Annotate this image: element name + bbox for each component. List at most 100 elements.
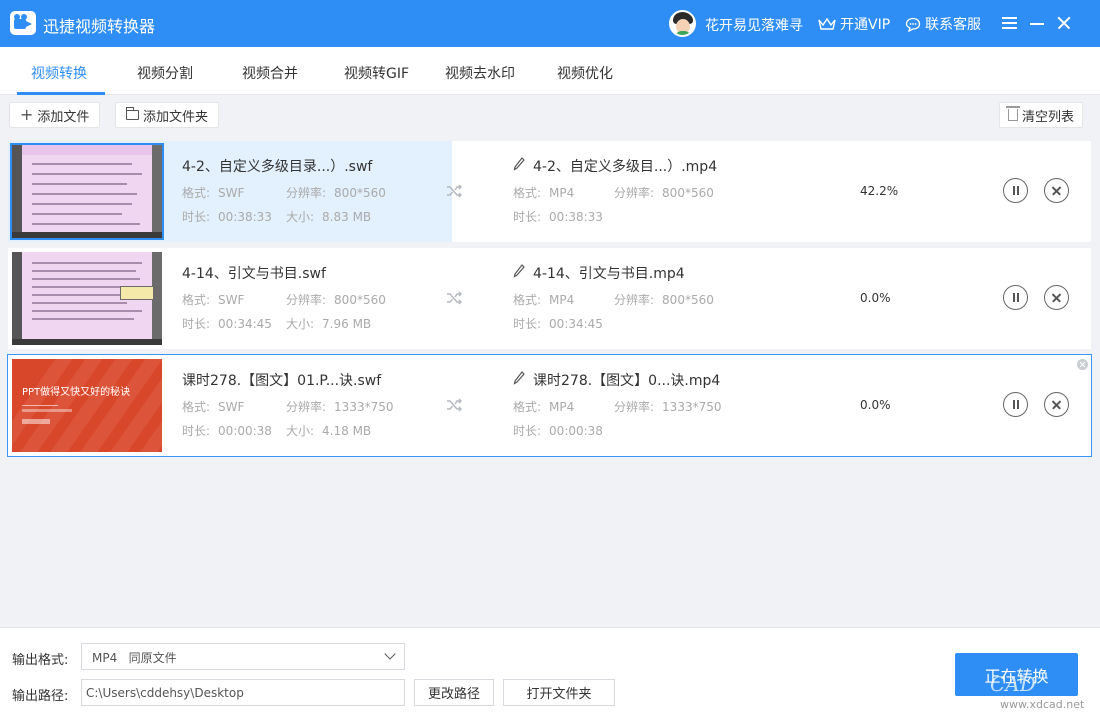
change-path-button[interactable]: 更改路径 xyxy=(414,679,494,706)
size-label: 大小: xyxy=(286,424,315,438)
file-row[interactable]: 4-2、自定义多级目录...）.swf 格式: SWF 分辨率: 800*560 时… xyxy=(8,141,1091,242)
folder-icon xyxy=(125,107,139,120)
format-label: 格式: xyxy=(182,186,211,200)
open-folder-button[interactable]: 打开文件夹 xyxy=(503,679,615,706)
output-filename[interactable]: 4-14、引文与书目.mp4 xyxy=(533,263,685,283)
tab-video-optimize[interactable]: 视频优化 xyxy=(557,63,613,83)
output-format: MP4 xyxy=(549,186,575,200)
resolution-label: 分辨率: xyxy=(286,186,327,200)
source-size: 8.83 MB xyxy=(322,210,372,224)
tab-video-to-gif[interactable]: 视频转GIF xyxy=(344,63,409,83)
remove-button[interactable] xyxy=(1044,178,1069,203)
add-folder-button[interactable]: 添加文件夹 xyxy=(115,102,220,128)
vip-label: 开通VIP xyxy=(840,17,891,33)
edit-name-icon[interactable] xyxy=(513,264,525,278)
source-resolution: 800*560 xyxy=(334,293,386,307)
pause-button[interactable] xyxy=(1003,285,1028,310)
app-title: 迅捷视频转换器 xyxy=(43,17,156,36)
output-format-select[interactable]: MP4 同原文件 xyxy=(81,643,405,670)
edit-name-icon[interactable] xyxy=(513,157,525,171)
close-window-icon[interactable] xyxy=(1053,12,1075,34)
remove-button[interactable] xyxy=(1044,285,1069,310)
format-label: 格式: xyxy=(513,400,542,414)
footer-panel: 输出格式: MP4 同原文件 输出路径: 更改路径 打开文件夹 正在转换 CAD… xyxy=(0,627,1100,721)
source-filename: 4-14、引文与书目.swf xyxy=(182,266,326,282)
output-path-input[interactable] xyxy=(81,679,405,706)
support-label: 联系客服 xyxy=(925,17,981,33)
user-avatar[interactable] xyxy=(669,10,696,37)
format-label: 格式: xyxy=(182,400,211,414)
tab-bar: 视频转换 视频分割 视频合并 视频转GIF 视频去水印 视频优化 xyxy=(0,47,1100,95)
progress-percent: 42.2% xyxy=(860,184,899,198)
resolution-label: 分辨率: xyxy=(614,400,655,414)
output-resolution: 1333*750 xyxy=(662,400,722,414)
crown-icon xyxy=(818,17,836,30)
username[interactable]: 花开易见落难寻 xyxy=(705,15,803,35)
source-duration: 00:34:45 xyxy=(218,317,272,331)
resolution-label: 分辨率: xyxy=(286,293,327,307)
clear-list-label: 清空列表 xyxy=(1022,109,1075,125)
watermark-logo: CAD xyxy=(990,672,1036,696)
resolution-label: 分辨率: xyxy=(286,400,327,414)
output-filename[interactable]: 课时278.【图文】0...诀.mp4 xyxy=(533,370,720,390)
output-duration: 00:38:33 xyxy=(549,210,603,224)
pause-button[interactable] xyxy=(1003,178,1028,203)
format-label: 格式: xyxy=(513,293,542,307)
progress-percent: 0.0% xyxy=(860,291,891,305)
clear-list-button[interactable]: 清空列表 xyxy=(999,102,1084,128)
output-format: MP4 xyxy=(549,400,575,414)
remove-button[interactable] xyxy=(1044,392,1069,417)
plus-icon: + xyxy=(20,105,34,124)
output-duration: 00:34:45 xyxy=(549,317,603,331)
resolution-label: 分辨率: xyxy=(614,186,655,200)
source-duration: 00:00:38 xyxy=(218,424,272,438)
row-close-icon[interactable] xyxy=(1077,359,1088,370)
source-resolution: 800*560 xyxy=(334,186,386,200)
video-thumbnail: PPT做得又快又好的秘诀 xyxy=(12,359,162,452)
tab-remove-watermark[interactable]: 视频去水印 xyxy=(445,63,515,83)
duration-label: 时长: xyxy=(182,210,211,224)
duration-label: 时长: xyxy=(513,210,542,224)
add-folder-label: 添加文件夹 xyxy=(143,109,209,125)
duration-label: 时长: xyxy=(513,424,542,438)
source-filename: 4-2、自定义多级目录...）.swf xyxy=(182,159,373,175)
trash-icon xyxy=(1006,106,1020,121)
source-size: 4.18 MB xyxy=(322,424,372,438)
watermark-url: www.xdcad.net xyxy=(1000,698,1085,711)
edit-name-icon[interactable] xyxy=(513,371,525,385)
output-filename[interactable]: 4-2、自定义多级目...）.mp4 xyxy=(533,156,717,176)
source-duration: 00:38:33 xyxy=(218,210,272,224)
add-file-label: 添加文件 xyxy=(37,109,90,125)
size-label: 大小: xyxy=(286,317,315,331)
menu-icon[interactable] xyxy=(999,12,1021,34)
support-button[interactable]: 联系客服 xyxy=(905,14,981,34)
output-format-label: 输出格式: xyxy=(12,653,69,668)
tab-video-merge[interactable]: 视频合并 xyxy=(242,63,298,83)
file-row[interactable]: 4-14、引文与书目.swf 格式: SWF 分辨率: 800*560 时长: 00:… xyxy=(8,248,1091,349)
source-format: SWF xyxy=(218,400,245,414)
chat-icon xyxy=(905,17,921,32)
source-filename: 课时278.【图文】01.P...诀.swf xyxy=(182,373,382,389)
add-file-button[interactable]: + 添加文件 xyxy=(9,102,101,128)
duration-label: 时长: xyxy=(182,424,211,438)
thumbnail-title: PPT做得又快又好的秘诀 xyxy=(22,387,131,398)
video-thumbnail xyxy=(12,145,162,238)
title-bar: 迅捷视频转换器 花开易见落难寻 开通VIP 联系客服 xyxy=(0,0,1100,47)
duration-label: 时长: xyxy=(182,317,211,331)
pause-button[interactable] xyxy=(1003,392,1028,417)
output-path-label: 输出路径: xyxy=(12,689,69,704)
tab-video-convert[interactable]: 视频转换 xyxy=(31,63,87,83)
tab-video-split[interactable]: 视频分割 xyxy=(137,63,193,83)
source-format: SWF xyxy=(218,293,245,307)
chevron-down-icon xyxy=(384,648,396,660)
progress-percent: 0.0% xyxy=(860,398,891,412)
app-logo-icon xyxy=(10,11,36,35)
minimize-icon[interactable] xyxy=(1026,12,1048,34)
file-row[interactable]: PPT做得又快又好的秘诀 课时278.【图文】01.P...诀.swf 格式: S… xyxy=(7,354,1092,457)
active-tab-indicator xyxy=(17,92,105,95)
output-duration: 00:00:38 xyxy=(549,424,603,438)
resolution-label: 分辨率: xyxy=(614,293,655,307)
output-format-value: MP4 同原文件 xyxy=(92,651,177,665)
vip-button[interactable]: 开通VIP xyxy=(818,14,890,34)
source-resolution: 1333*750 xyxy=(334,400,394,414)
